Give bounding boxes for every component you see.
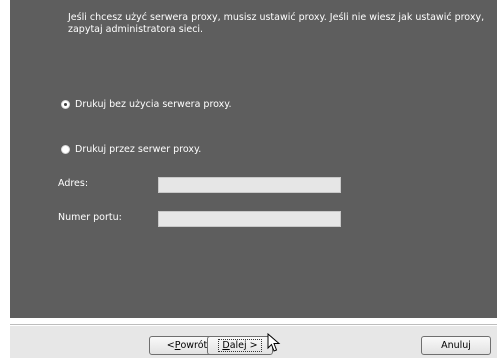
intro-text: Jeśli chcesz użyć serwera proxy, musisz … bbox=[68, 12, 485, 35]
wizard-window: Jeśli chcesz użyć serwera proxy, musisz … bbox=[0, 0, 503, 358]
back-button-prefix: < bbox=[166, 340, 175, 351]
divider bbox=[10, 324, 497, 325]
port-label: Numer portu: bbox=[58, 212, 122, 223]
button-bar: < Powrót Dalej > Anuluj bbox=[10, 326, 497, 358]
radio-selected-icon[interactable] bbox=[61, 99, 70, 109]
next-button-mnemonic: D bbox=[222, 340, 230, 351]
back-button-rest: owrót bbox=[180, 340, 208, 351]
port-input[interactable] bbox=[158, 211, 341, 227]
option-no-proxy-label: Drukuj bez użycia serwera proxy. bbox=[75, 98, 232, 110]
cancel-button[interactable]: Anuluj bbox=[421, 336, 491, 355]
mouse-pointer-icon bbox=[267, 333, 281, 352]
next-button[interactable]: Dalej > bbox=[207, 336, 273, 355]
address-label: Adres: bbox=[58, 178, 89, 189]
proxy-settings-panel: Jeśli chcesz użyć serwera proxy, musisz … bbox=[10, 0, 497, 318]
address-input[interactable] bbox=[158, 177, 341, 193]
next-button-focus: Dalej > bbox=[218, 339, 262, 352]
option-use-proxy[interactable]: Drukuj przez serwer proxy. bbox=[61, 142, 201, 156]
next-button-rest: alej > bbox=[229, 340, 258, 351]
option-use-proxy-label: Drukuj przez serwer proxy. bbox=[75, 143, 202, 155]
radio-unselected-icon[interactable] bbox=[61, 144, 70, 154]
option-no-proxy[interactable]: Drukuj bez użycia serwera proxy. bbox=[61, 97, 232, 111]
